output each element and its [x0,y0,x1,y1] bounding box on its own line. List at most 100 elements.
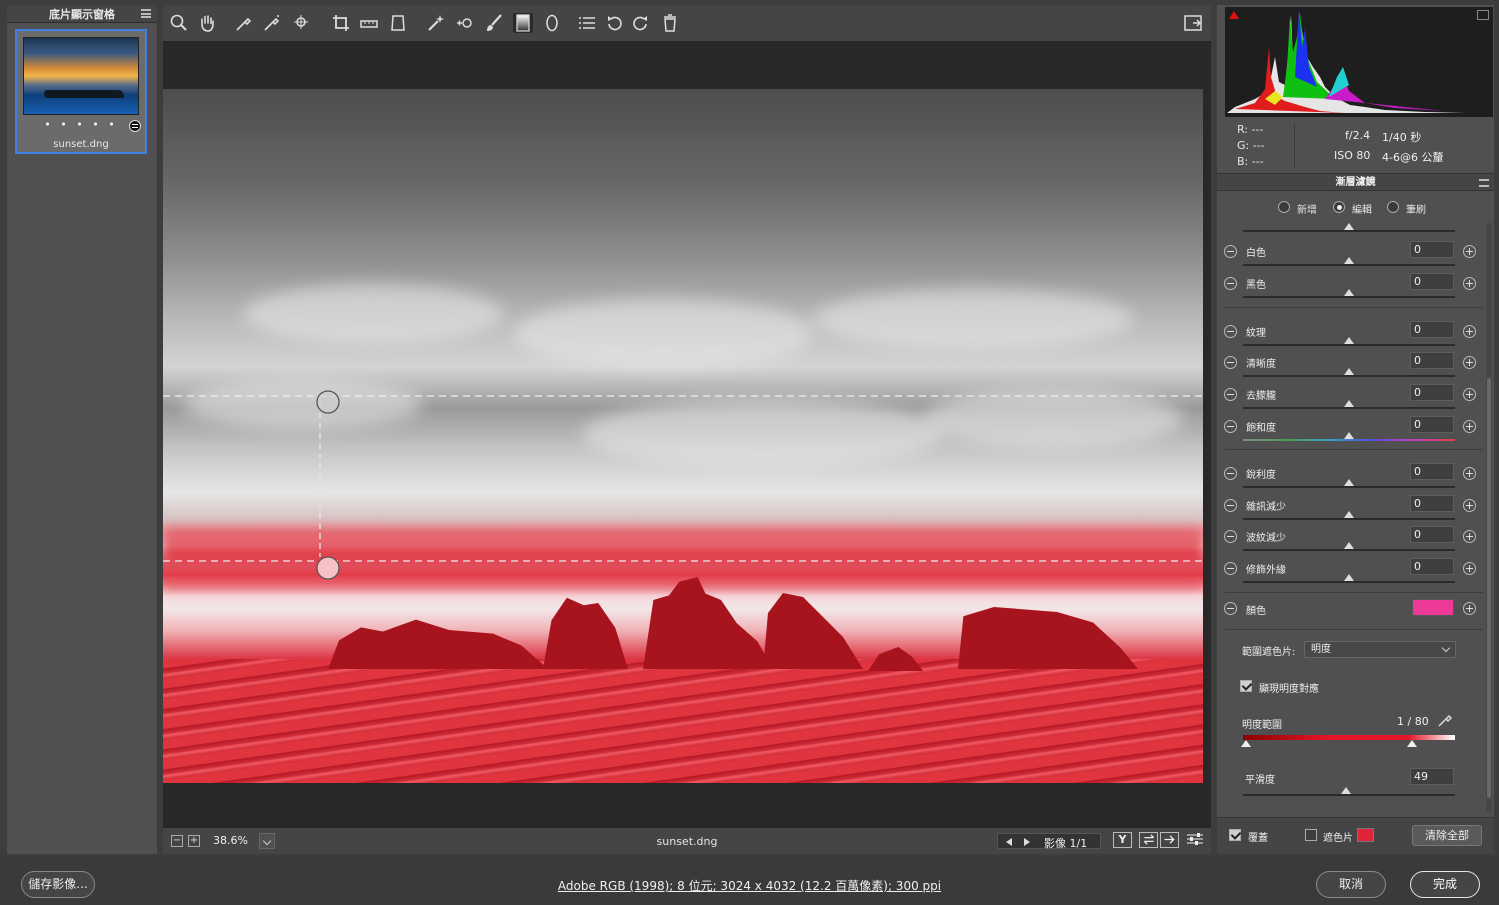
image-canvas[interactable] [163,41,1211,828]
decrease-icon[interactable] [1224,388,1237,401]
fullscreen-toggle-icon[interactable] [1183,13,1203,33]
increase-icon[interactable] [1463,388,1476,401]
slider-track-partial[interactable] [1243,230,1455,232]
thumbnail-rating[interactable]: • • • • • [17,119,145,130]
color-swatch[interactable] [1412,599,1454,616]
slider-thumb[interactable] [1344,257,1354,264]
previous-image-icon[interactable] [1006,838,1012,846]
rotate-right-icon[interactable] [630,13,650,33]
increase-icon[interactable] [1463,467,1476,480]
decrease-icon[interactable] [1224,562,1237,575]
mask-checkbox[interactable] [1305,829,1317,841]
slider-value-field[interactable]: 0 [1410,384,1454,401]
done-button[interactable]: 完成 [1410,871,1480,898]
smoothness-value[interactable]: 49 [1410,768,1454,785]
luminance-high-handle[interactable] [1407,740,1417,747]
slider-value-field[interactable]: 0 [1410,463,1454,480]
white-balance-icon[interactable] [234,13,254,33]
slider-thumb[interactable] [1344,511,1354,518]
red-eye-icon[interactable] [455,13,475,33]
decrease-icon[interactable] [1224,245,1237,258]
filmstrip-menu-icon[interactable] [141,9,151,18]
increase-icon[interactable] [1463,325,1476,338]
increase-icon[interactable] [1463,356,1476,369]
thumbnail-image[interactable] [23,37,139,115]
mode-brush-radio[interactable] [1387,201,1399,213]
show-luminance-checkbox[interactable] [1240,680,1252,692]
zoom-icon[interactable] [169,13,189,33]
mode-new-radio[interactable] [1278,201,1290,213]
before-after-toggle-button[interactable]: Y [1113,832,1132,848]
slider-thumb[interactable] [1344,223,1354,230]
decrease-icon[interactable] [1224,420,1237,433]
slider-track[interactable] [1243,439,1455,441]
decrease-icon[interactable] [1224,467,1237,480]
decrease-icon[interactable] [1224,325,1237,338]
decrease-icon[interactable] [1224,277,1237,290]
slider-thumb[interactable] [1344,479,1354,486]
adjustment-brush-icon[interactable] [484,13,504,33]
workflow-options-link[interactable]: Adobe RGB (1998); 8 位元; 3024 x 4032 (12.… [0,877,1499,894]
mask-color-swatch[interactable] [1357,828,1374,842]
spot-removal-icon[interactable] [426,13,446,33]
slider-value-field[interactable]: 0 [1410,416,1454,433]
thumbnail-card[interactable]: • • • • • sunset.dng [15,29,147,154]
eyedropper-icon[interactable] [1437,712,1453,728]
decrease-icon[interactable] [1224,356,1237,369]
straighten-icon[interactable] [359,13,379,33]
slider-value-field[interactable]: 0 [1410,352,1454,369]
slider-thumb[interactable] [1344,337,1354,344]
smoothness-thumb[interactable] [1341,787,1351,794]
smoothness-track[interactable] [1243,794,1455,796]
transform-icon[interactable] [388,13,408,33]
next-image-icon[interactable] [1024,838,1030,846]
photo-preview[interactable] [163,89,1203,783]
slider-thumb[interactable] [1344,289,1354,296]
increase-icon[interactable] [1463,420,1476,433]
clear-all-button[interactable]: 清除全部 [1412,825,1482,846]
slider-track[interactable] [1243,486,1455,488]
slider-track[interactable] [1243,264,1455,266]
hand-icon[interactable] [197,13,217,33]
decrease-icon[interactable] [1224,499,1237,512]
panel-scrollbar[interactable] [1486,223,1492,813]
slider-value-field[interactable]: 0 [1410,495,1454,512]
panel-menu-icon[interactable] [1479,179,1489,187]
slider-track[interactable] [1243,518,1455,520]
slider-thumb[interactable] [1344,574,1354,581]
slider-track[interactable] [1243,407,1455,409]
increase-icon[interactable] [1463,562,1476,575]
preferences-icon[interactable] [577,13,597,33]
color-minus-icon[interactable] [1224,602,1237,615]
slider-track[interactable] [1243,344,1455,346]
mode-edit-radio[interactable] [1333,201,1345,213]
increase-icon[interactable] [1463,499,1476,512]
luminance-low-handle[interactable] [1241,740,1251,747]
slider-thumb[interactable] [1344,368,1354,375]
slider-value-field[interactable]: 0 [1410,273,1454,290]
rotate-left-icon[interactable] [605,13,625,33]
cancel-button[interactable]: 取消 [1316,871,1386,898]
increase-icon[interactable] [1463,530,1476,543]
range-mask-select[interactable]: 明度 [1304,641,1456,658]
copy-settings-button[interactable] [1160,832,1179,848]
increase-icon[interactable] [1463,277,1476,290]
slider-value-field[interactable]: 0 [1410,558,1454,575]
slider-track[interactable] [1243,296,1455,298]
decrease-icon[interactable] [1224,530,1237,543]
radial-filter-icon[interactable] [542,13,562,33]
slider-thumb[interactable] [1344,400,1354,407]
graduated-filter-icon[interactable] [513,13,533,33]
slider-thumb[interactable] [1344,542,1354,549]
slider-value-field[interactable]: 0 [1410,526,1454,543]
slider-value-field[interactable]: 0 [1410,321,1454,338]
increase-icon[interactable] [1463,245,1476,258]
targeted-adjustment-icon[interactable] [292,13,312,33]
toggle-settings-icon[interactable] [1185,832,1204,848]
crop-icon[interactable] [331,13,351,33]
slider-track[interactable] [1243,581,1455,583]
color-sampler-icon[interactable] [262,13,282,33]
color-plus-icon[interactable] [1463,602,1476,615]
slider-value-field[interactable]: 0 [1410,241,1454,258]
swap-settings-button[interactable] [1139,832,1158,848]
